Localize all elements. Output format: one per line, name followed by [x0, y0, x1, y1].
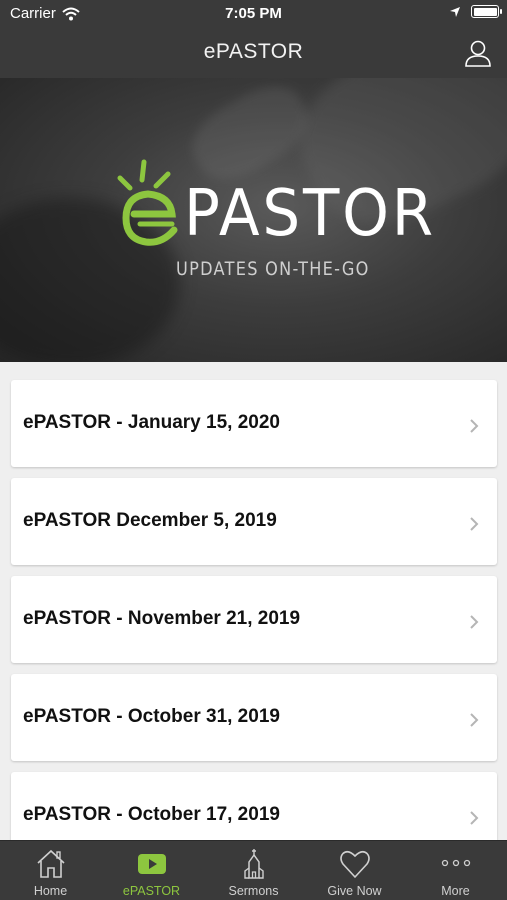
epastor-logo-e-icon: [117, 159, 178, 246]
list-item-label: ePASTOR December 5, 2019: [23, 510, 277, 531]
epastor-list: ePASTOR - January 15, 2020 ePASTOR Decem…: [0, 362, 507, 840]
church-icon: [243, 849, 264, 879]
list-item[interactable]: ePASTOR - October 17, 2019: [11, 772, 497, 840]
tab-give-now[interactable]: Give Now: [304, 841, 405, 900]
tab-sermons[interactable]: Sermons: [203, 841, 304, 900]
tab-home[interactable]: Home: [0, 841, 101, 900]
chevron-right-icon: [470, 713, 479, 727]
person-icon: [465, 40, 491, 67]
tab-label: Sermons: [228, 884, 279, 898]
list-item[interactable]: ePASTOR December 5, 2019: [11, 478, 497, 565]
page-title: ePASTOR: [203, 40, 304, 63]
battery-icon: [471, 5, 502, 18]
chevron-right-icon: [470, 811, 479, 825]
status-right: [449, 5, 502, 18]
tab-label: Give Now: [327, 884, 382, 898]
heart-icon: [339, 850, 370, 879]
list-item-label: ePASTOR - January 15, 2020: [23, 412, 280, 433]
list-item-label: ePASTOR - October 17, 2019: [23, 804, 280, 825]
home-icon: [36, 849, 65, 878]
battery-level: [473, 7, 497, 16]
tab-label: Home: [33, 884, 68, 898]
status-time: 7:05 PM: [225, 5, 282, 22]
play-icon: [137, 854, 166, 874]
chevron-right-icon: [470, 517, 479, 531]
app-screen: Carrier 7:05 PM ePASTOR PASTOR UPDATES O…: [0, 0, 507, 900]
tab-epastor[interactable]: ePASTOR: [101, 841, 202, 900]
tab-label: More: [441, 884, 470, 898]
tab-bar: Home ePASTOR Sermons Give Now More: [0, 840, 507, 900]
list-item[interactable]: ePASTOR - November 21, 2019: [11, 576, 497, 663]
location-arrow-icon: [450, 6, 460, 17]
logo-wordmark: PASTOR: [184, 177, 436, 251]
list-item[interactable]: ePASTOR - October 31, 2019: [11, 674, 497, 761]
tab-more[interactable]: More: [405, 841, 506, 900]
status-bar: Carrier 7:05 PM: [0, 0, 507, 28]
tab-label: ePASTOR: [122, 884, 181, 898]
logo-tagline: UPDATES ON-THE-GO: [176, 258, 370, 280]
chevron-right-icon: [470, 615, 479, 629]
list-item-label: ePASTOR - November 21, 2019: [23, 608, 301, 629]
hero-banner: PASTOR UPDATES ON-THE-GO: [0, 78, 507, 362]
hero-background-shape: [180, 78, 320, 194]
chevron-right-icon: [470, 419, 479, 433]
nav-bar: ePASTOR: [0, 28, 507, 78]
list-item-label: ePASTOR - October 31, 2019: [23, 706, 280, 727]
more-dots-icon: [441, 859, 470, 867]
list-item[interactable]: ePASTOR - January 15, 2020: [11, 380, 497, 467]
profile-button[interactable]: [463, 38, 493, 68]
